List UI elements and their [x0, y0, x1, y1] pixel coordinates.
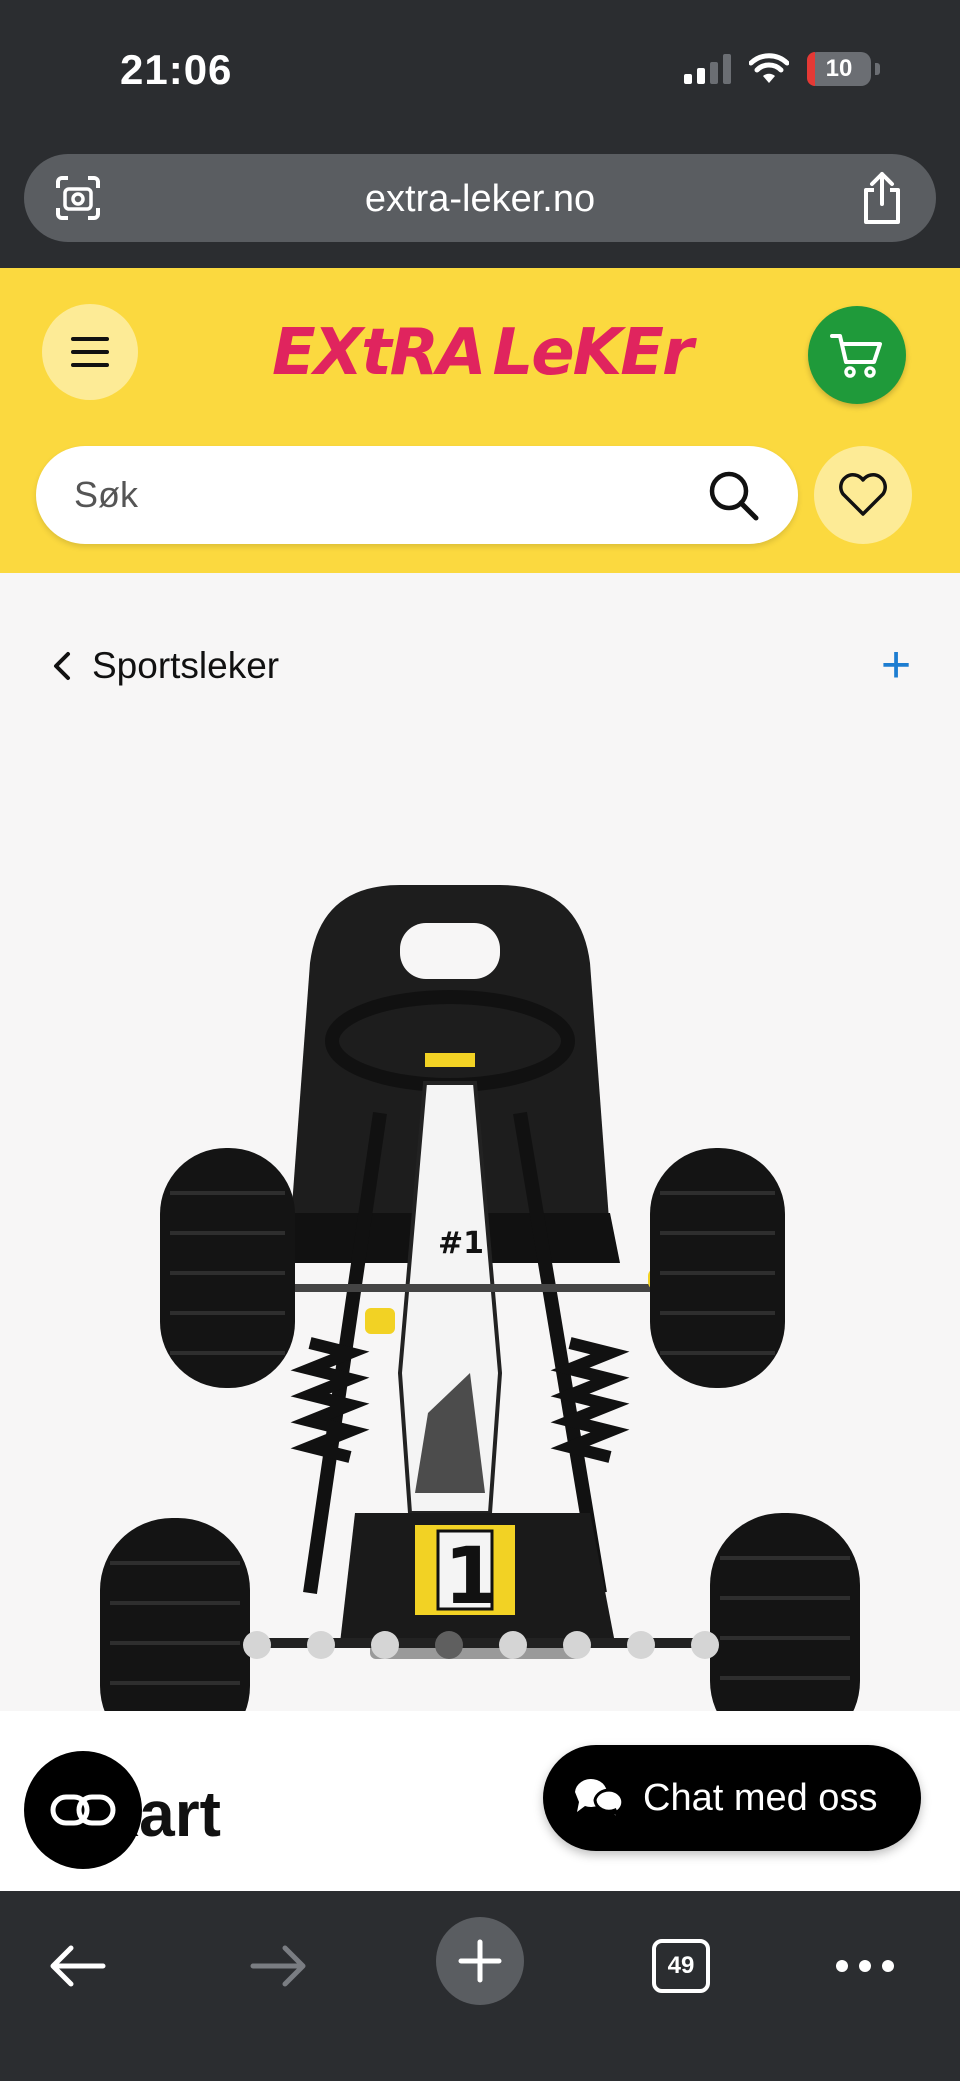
logo-text-right: LeKEr [492, 316, 693, 390]
status-time: 21:06 [120, 46, 233, 93]
carousel-dot[interactable] [563, 1631, 591, 1659]
wifi-icon [749, 53, 789, 83]
back-button[interactable] [32, 1921, 122, 2011]
hamburger-icon [71, 337, 109, 341]
breadcrumb-label: Sportsleker [92, 645, 280, 686]
browser-url-area: extra-leker.no [0, 140, 960, 268]
share-icon[interactable] [856, 170, 908, 226]
cart-button[interactable] [808, 306, 906, 404]
site-logo[interactable]: EXtRA LeKEr [272, 298, 694, 408]
product-page: Sportsleker + #1 1 Kart Chat med oss [0, 573, 960, 1891]
carousel-dot[interactable] [691, 1631, 719, 1659]
new-tab-button[interactable] [436, 1917, 524, 2005]
kart-number: 1 [444, 1532, 498, 1622]
carousel-dot[interactable] [435, 1631, 463, 1659]
cart-icon [830, 334, 882, 378]
wishlist-button[interactable] [814, 446, 912, 544]
site-header: EXtRA LeKEr [0, 268, 960, 573]
svg-text:#1: #1 [438, 1226, 484, 1261]
search-icon[interactable] [706, 468, 760, 522]
ai-assistant-button[interactable] [24, 1751, 142, 1869]
image-carousel-dots[interactable] [243, 1631, 719, 1659]
carousel-dot[interactable] [499, 1631, 527, 1659]
tabs-count: 49 [652, 1939, 710, 1993]
carousel-dot[interactable] [243, 1631, 271, 1659]
arrow-right-icon [250, 1945, 306, 1987]
signal-icon [684, 54, 731, 84]
url-text: extra-leker.no [364, 178, 596, 220]
battery-level: 10 [825, 55, 853, 82]
forward-button[interactable] [234, 1921, 324, 2011]
url-bar[interactable]: extra-leker.no [24, 154, 936, 242]
battery-tip [875, 63, 880, 75]
tabs-button[interactable]: 49 [636, 1921, 726, 2011]
plus-icon[interactable]: + [872, 639, 920, 691]
carousel-dot[interactable] [307, 1631, 335, 1659]
arrow-left-icon [50, 1945, 106, 1987]
plus-icon [458, 1939, 502, 1983]
status-bar: 21:06 10 [0, 0, 960, 140]
chat-button-label: Chat med oss [643, 1776, 878, 1819]
browser-toolbar: 49 [0, 1891, 960, 2081]
battery-indicator: 10 [807, 52, 871, 86]
status-icons: 10 [684, 52, 880, 86]
carousel-dot[interactable] [627, 1631, 655, 1659]
logo-text-left: EXtRA [272, 316, 486, 390]
chat-bubble-icon [575, 1779, 625, 1822]
search-box[interactable] [36, 446, 798, 544]
carousel-dot[interactable] [371, 1631, 399, 1659]
more-icon [836, 1960, 894, 1972]
heart-icon [839, 473, 887, 516]
more-button[interactable] [820, 1921, 910, 2011]
chat-button[interactable]: Chat med oss [543, 1745, 921, 1851]
search-input[interactable] [74, 472, 674, 518]
link-icon [50, 1794, 116, 1826]
chevron-left-icon [54, 652, 70, 680]
breadcrumb[interactable]: Sportsleker [52, 645, 279, 687]
menu-button[interactable] [42, 304, 138, 400]
